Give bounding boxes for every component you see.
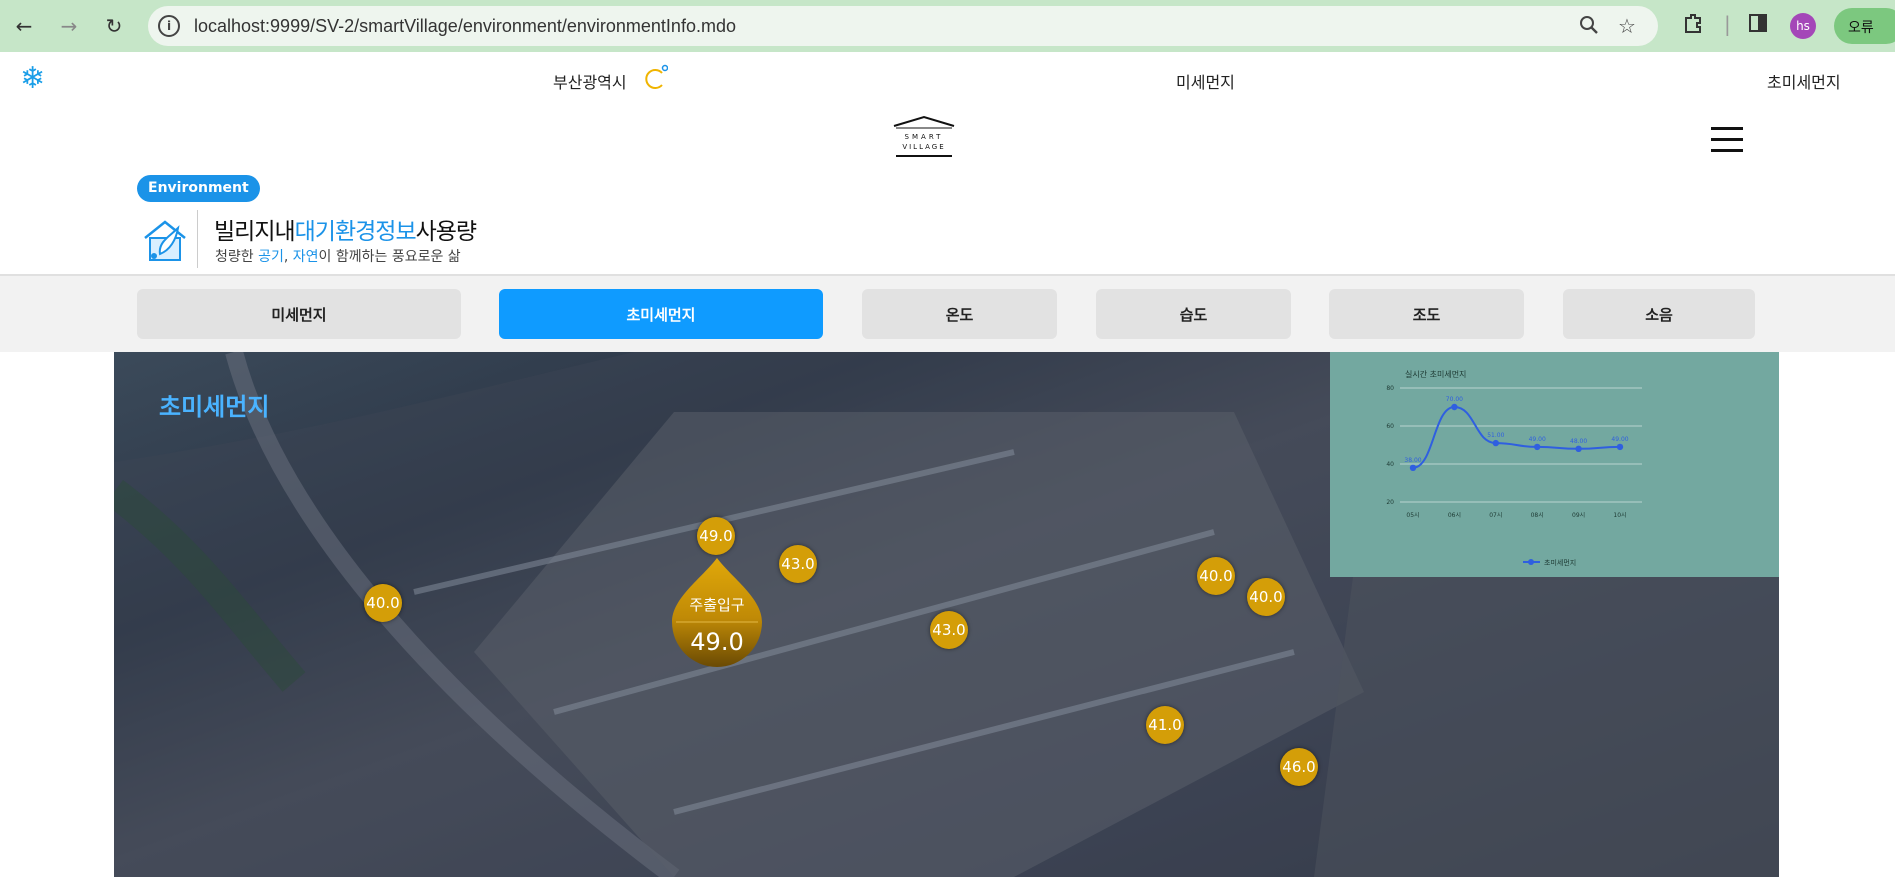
sensor-marker[interactable]: 43.0 bbox=[930, 611, 968, 649]
subtitle-part: 이 함께하는 풍요로운 삶 bbox=[318, 249, 461, 265]
separator: | bbox=[1724, 12, 1731, 36]
x-tick-label: 09시 bbox=[1572, 512, 1585, 519]
sensor-marker[interactable]: 40.0 bbox=[364, 584, 402, 622]
x-tick-label: 07시 bbox=[1489, 512, 1502, 519]
profile-avatar[interactable]: hs bbox=[1790, 13, 1816, 39]
logo-line1: SMART bbox=[905, 133, 944, 141]
data-label: 70.00 bbox=[1446, 396, 1463, 403]
sensor-marker[interactable]: 43.0 bbox=[779, 545, 817, 583]
browser-toolbar: ← → ↻ i localhost:9999/SV-2/smartVillage… bbox=[0, 0, 1895, 52]
title-prefix: 빌리지내 bbox=[214, 219, 296, 245]
pm25-label[interactable]: 초미세먼지 bbox=[1767, 69, 1841, 93]
tab-noise[interactable]: 소음 bbox=[1563, 289, 1755, 339]
data-label: 49.00 bbox=[1611, 436, 1628, 443]
legend-label: 초미세먼지 bbox=[1544, 558, 1576, 567]
data-label: 51.00 bbox=[1487, 432, 1504, 439]
main-entrance-label: 주출입구 bbox=[689, 596, 745, 614]
x-tick-label: 05시 bbox=[1406, 512, 1419, 519]
reload-icon[interactable]: ↻ bbox=[100, 12, 128, 40]
x-tick-label: 06시 bbox=[1448, 512, 1461, 519]
subtitle-part: , bbox=[283, 249, 293, 265]
data-label: 49.00 bbox=[1529, 436, 1546, 443]
site-info-icon[interactable]: i bbox=[158, 15, 180, 37]
logo-line2: VILLAGE bbox=[902, 143, 945, 151]
data-point bbox=[1409, 464, 1417, 471]
address-bar[interactable]: i localhost:9999/SV-2/smartVillage/envir… bbox=[148, 6, 1658, 46]
data-point bbox=[1534, 443, 1541, 451]
menu-hamburger-icon[interactable] bbox=[1711, 127, 1743, 153]
y-tick-label: 20 bbox=[1386, 499, 1394, 506]
section-subtitle: 청량한 공기, 자연이 함께하는 풍요로운 삶 bbox=[215, 246, 461, 266]
header-divider bbox=[197, 210, 198, 268]
pm25-line-chart: 실시간 초미세먼지 20 40 60 80 05시 06시 07시 08시 09시 10시 38… bbox=[1386, 369, 1642, 567]
temperature-celsius-icon bbox=[645, 64, 668, 89]
sensor-marker[interactable]: 46.0 bbox=[1280, 748, 1318, 786]
back-icon[interactable]: ← bbox=[10, 12, 38, 40]
sensor-marker[interactable]: 49.0 bbox=[697, 517, 735, 555]
data-point bbox=[1616, 443, 1624, 451]
title-suffix: 사용량 bbox=[415, 219, 477, 245]
tab-humidity[interactable]: 습도 bbox=[1096, 289, 1291, 339]
tab-temperature[interactable]: 온도 bbox=[862, 289, 1057, 339]
y-tick-label: 60 bbox=[1386, 423, 1394, 430]
zoom-icon[interactable] bbox=[1578, 14, 1600, 41]
side-panel-icon[interactable] bbox=[1747, 12, 1769, 39]
data-point bbox=[1575, 445, 1582, 452]
city-name: 부산광역시 bbox=[553, 73, 627, 92]
map-title: 초미세먼지 bbox=[159, 393, 270, 421]
subtitle-part: 청량한 bbox=[215, 249, 259, 265]
series-line bbox=[1412, 405, 1621, 469]
smart-village-logo[interactable]: SMART VILLAGE bbox=[892, 114, 956, 160]
error-button[interactable]: 오류 bbox=[1834, 8, 1895, 44]
main-entrance-value: 49.0 bbox=[690, 628, 744, 656]
tab-pm10[interactable]: 미세먼지 bbox=[137, 289, 461, 339]
chart-title: 실시간 초미세먼지 bbox=[1405, 369, 1466, 379]
data-point bbox=[1492, 439, 1499, 447]
title-highlight: 대기환경정보 bbox=[294, 219, 417, 245]
environment-badge: Environment bbox=[137, 175, 260, 202]
tab-illuminance[interactable]: 조도 bbox=[1329, 289, 1524, 339]
x-tick-label: 10시 bbox=[1613, 512, 1626, 519]
bookmark-star-icon[interactable]: ☆ bbox=[1618, 14, 1636, 38]
realtime-chart-panel: 실시간 초미세먼지 20 40 60 80 05시 06시 07시 08시 09시 10시 38… bbox=[1330, 352, 1779, 577]
data-point bbox=[1451, 403, 1458, 411]
x-tick-label: 08시 bbox=[1531, 512, 1544, 519]
y-tick-label: 80 bbox=[1386, 385, 1394, 392]
sensor-marker[interactable]: 41.0 bbox=[1146, 706, 1184, 744]
subtitle-highlight-nature: 자연 bbox=[292, 249, 319, 265]
sensor-marker[interactable]: 40.0 bbox=[1247, 578, 1285, 616]
sensor-marker[interactable]: 40.0 bbox=[1197, 557, 1235, 595]
url-text[interactable]: localhost:9999/SV-2/smartVillage/environ… bbox=[194, 16, 736, 37]
snowflake-icon: ❄ bbox=[20, 61, 46, 96]
eco-house-icon bbox=[144, 220, 186, 261]
section-title: 빌리지내대기환경정보사용량 bbox=[214, 212, 477, 246]
y-tick-label: 40 bbox=[1386, 461, 1394, 468]
data-label: 38.00 bbox=[1404, 457, 1421, 464]
subtitle-highlight-air: 공기 bbox=[258, 249, 284, 265]
chart-legend: 초미세먼지 bbox=[1523, 558, 1576, 567]
data-label: 48.00 bbox=[1570, 438, 1587, 445]
tab-pm25[interactable]: 초미세먼지 bbox=[499, 289, 823, 339]
pm10-label[interactable]: 미세먼지 bbox=[1176, 69, 1235, 93]
forward-icon[interactable]: → bbox=[55, 12, 83, 40]
extensions-icon[interactable] bbox=[1682, 12, 1704, 39]
